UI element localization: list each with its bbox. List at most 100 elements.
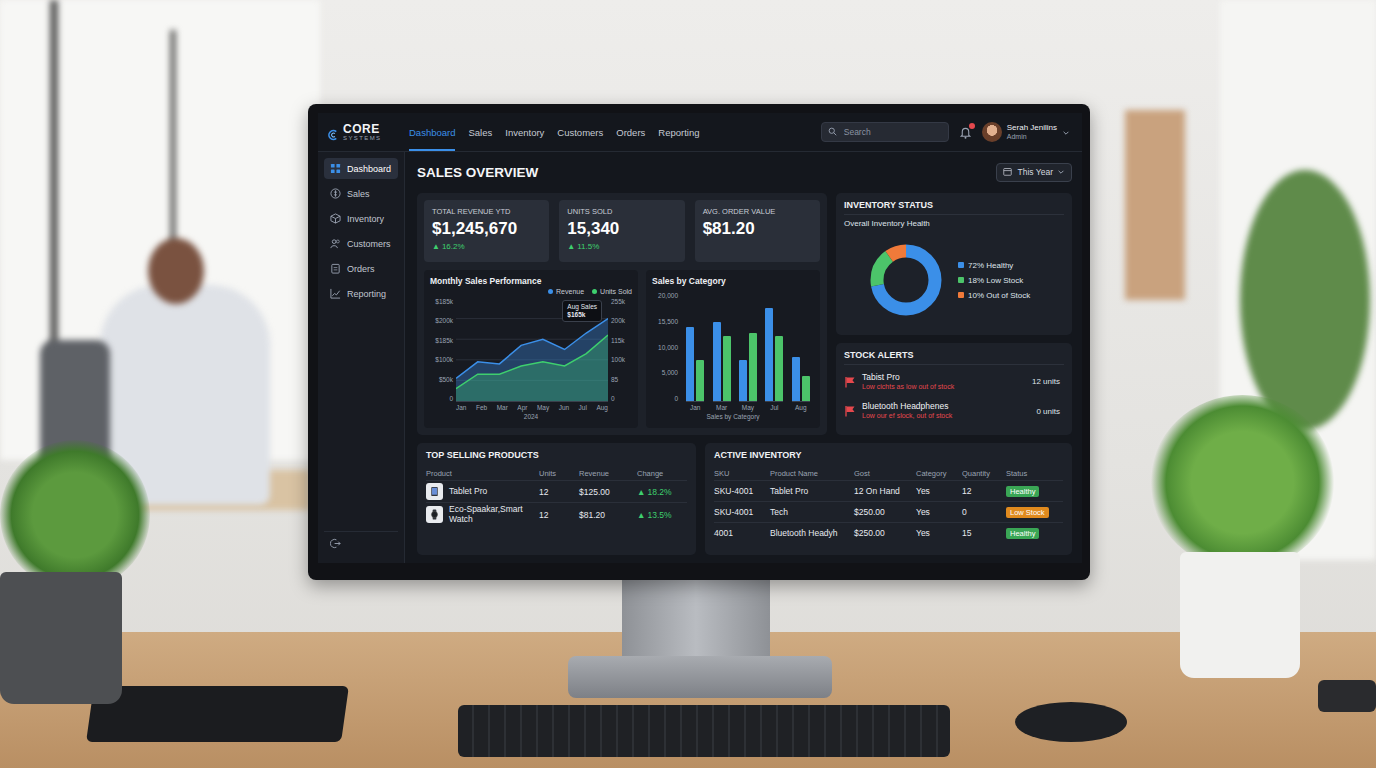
bars	[686, 292, 704, 402]
user-menu[interactable]: Serah JenilinsAdmin	[982, 122, 1070, 142]
logout-icon[interactable]	[330, 538, 341, 549]
chart-tooltip: Aug Sales$165k	[562, 300, 602, 322]
y-tick: 15,500	[652, 318, 678, 325]
change-cell: ▲13.5%	[637, 510, 687, 520]
nav-tab[interactable]: Dashboard	[409, 113, 455, 151]
stock-alert[interactable]: Tabist ProLow cichts as low out of stock…	[844, 369, 1064, 394]
nav-tab[interactable]: Orders	[616, 113, 645, 151]
kpi-value: $1,245,670	[432, 219, 541, 239]
logo-title: CORE	[343, 123, 381, 136]
plant-leaves	[0, 440, 150, 590]
bar	[723, 336, 731, 401]
bar	[765, 308, 773, 401]
up-arrow-icon: ▲	[637, 487, 645, 497]
legend-label: 72% Healthy	[968, 261, 1013, 270]
mouse	[1015, 702, 1127, 742]
status-cell: Low Stock	[1006, 507, 1063, 518]
legend-label: 10% Out of Stock	[968, 291, 1030, 300]
table-cell: SKU-4001	[714, 486, 770, 496]
legend-label: Units Sold	[600, 288, 632, 295]
sidebar-item[interactable]: Customers	[324, 233, 398, 254]
panel-title: TOP SELLING PRODUCTS	[426, 450, 687, 460]
alert-product: Bluetooth Headphenes	[862, 401, 1030, 412]
kpi-change: ▲11.5%	[567, 242, 676, 251]
bar-group: Aug	[792, 292, 810, 413]
background-plant	[1240, 170, 1370, 430]
bar-fill	[696, 360, 704, 401]
flag-icon	[844, 376, 856, 388]
customers-icon	[330, 238, 341, 249]
reporting-icon	[330, 288, 341, 299]
sidebar-item[interactable]: Reporting	[324, 283, 398, 304]
logo[interactable]: CORESYSTEMS	[318, 123, 405, 142]
table-row[interactable]: Eco-Spaakar,Smart Watch12$81.20▲13.5%	[426, 502, 687, 527]
flag-icon	[844, 405, 856, 417]
period-label: This Year	[1018, 167, 1053, 177]
y-tick: $100k	[430, 356, 453, 363]
table-cell: 0	[962, 507, 1006, 517]
logo-icon	[328, 126, 339, 137]
y-axis-left: $185k$200k$185k$100k$50k0	[430, 298, 456, 402]
donut-row: 72% Healthy18% Low Stock10% Out of Stock	[844, 232, 1064, 328]
nav-tab[interactable]: Inventory	[505, 113, 544, 151]
bar-group: Jul	[765, 292, 783, 413]
column-header: Category	[916, 469, 962, 478]
column-header: Status	[1006, 469, 1063, 478]
status-cell: Healthy	[1006, 486, 1063, 497]
legend-item: 72% Healthy	[958, 261, 1030, 270]
sidebar-item[interactable]: Orders	[324, 258, 398, 279]
legend-item: Revenue	[548, 288, 584, 295]
bar	[686, 327, 694, 401]
plant-pot	[0, 572, 122, 704]
sidebar-item[interactable]: Inventory	[324, 208, 398, 229]
table-row[interactable]: Tablet Pro12$125.00▲18.2%	[426, 480, 687, 502]
series-area	[456, 335, 608, 401]
column-header: Revenue	[579, 469, 637, 478]
kpi-change-value: 11.5%	[577, 242, 599, 251]
bar	[775, 336, 783, 401]
y-tick: 0	[652, 395, 678, 402]
table-cell: 12 On Hand	[854, 486, 916, 496]
nav-tab[interactable]: Sales	[468, 113, 492, 151]
x-tick: Feb	[476, 404, 487, 413]
lower-section: TOP SELLING PRODUCTS ProductUnitsRevenueC…	[417, 443, 1072, 555]
column-header: SKU	[714, 469, 770, 478]
alert-quantity: 12 units	[1032, 377, 1064, 386]
notification-button[interactable]	[959, 126, 972, 139]
series-line	[456, 335, 608, 389]
person-head	[148, 238, 204, 304]
period-dropdown[interactable]: This Year	[996, 163, 1072, 182]
table-row[interactable]: SKU-4001Tech$250.00Yes0Low Stock	[714, 501, 1063, 522]
stock-alert[interactable]: Bluetooth HeadphenesLow our ef slock, ou…	[844, 398, 1064, 423]
y-tick: 255k	[611, 298, 632, 305]
line-plot: Aug Sales$165k	[456, 298, 608, 402]
x-tick: Jun	[559, 404, 569, 413]
column-header: Gost	[854, 469, 916, 478]
legend-item: Units Sold	[592, 288, 632, 295]
sidebar: Dashboard Sales Inventory Customers Orders Re…	[318, 152, 405, 563]
table-cell: $250.00	[854, 507, 916, 517]
revenue-cell: $125.00	[579, 487, 637, 497]
kpi-value: 15,340	[567, 219, 676, 239]
search-input[interactable]	[844, 127, 942, 137]
y-tick: $185k	[430, 298, 453, 305]
plot-area: 20,00015,50010,0005,0000JanMarMayJulAug	[652, 292, 814, 413]
bar	[802, 376, 810, 401]
kpi-card: TOTAL REVENUE YTD$1,245,670▲16.2%	[424, 200, 549, 262]
sidebar-label: Reporting	[347, 289, 386, 299]
sales-panel: TOTAL REVENUE YTD$1,245,670▲16.2%UNITS S…	[417, 193, 827, 435]
table-row[interactable]: SKU-4001Tablet Pro12 On HandYes12Healthy	[714, 480, 1063, 501]
nav-tab[interactable]: Reporting	[658, 113, 699, 151]
search-box[interactable]	[821, 122, 949, 142]
nav-tab[interactable]: Customers	[557, 113, 603, 151]
status-badge: Healthy	[1006, 528, 1039, 539]
sidebar-item[interactable]: Sales	[324, 183, 398, 204]
up-arrow-icon: ▲	[567, 242, 575, 251]
table-header: ProductUnitsRevenueChange	[426, 466, 687, 480]
sidebar-item[interactable]: Dashboard	[324, 158, 398, 179]
donut-segment	[877, 251, 935, 309]
column-header: Product Name	[770, 469, 854, 478]
alert-note: Low cichts as low out of stock	[862, 383, 1026, 392]
table-row[interactable]: 4001Bluetooth Headyh$250.00Yes15Healthy	[714, 522, 1063, 543]
table-cell: $250.00	[854, 528, 916, 538]
